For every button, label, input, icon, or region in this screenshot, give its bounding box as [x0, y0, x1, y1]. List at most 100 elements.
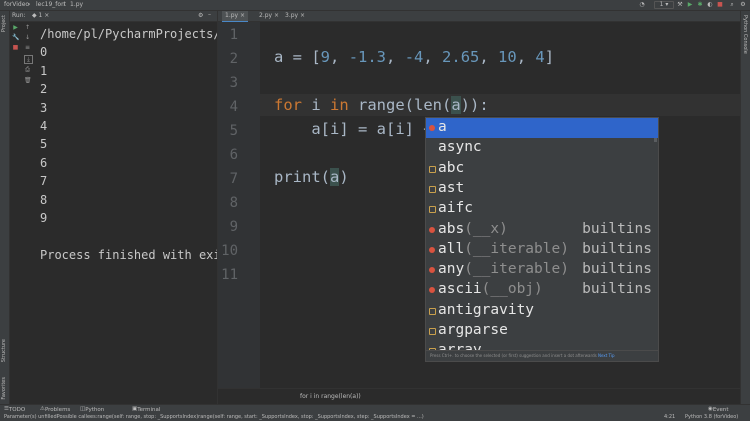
completion-name: ast	[438, 180, 464, 196]
coverage-icon[interactable]: ◐	[706, 1, 714, 8]
console-line: 7	[40, 174, 48, 189]
run-icon[interactable]: ▶	[686, 1, 694, 8]
completion-name-text: a	[438, 119, 447, 135]
completion-item[interactable]: aifc	[426, 199, 658, 219]
console-line: /home/pl/PycharmProjects/fo	[40, 27, 217, 41]
print-icon[interactable]: ⎙	[24, 66, 31, 73]
completion-name-text: all	[438, 240, 465, 257]
run-config-tab[interactable]: ◆ 1 ×	[32, 12, 49, 19]
editor-breadcrumb: for i in range(len(a))	[218, 388, 740, 405]
run-panel-header: Run: ◆ 1 × ⚙ –	[10, 11, 217, 22]
completion-item[interactable]: any(__iterable) builtins	[426, 260, 658, 280]
rerun-icon[interactable]: ▶	[12, 24, 19, 31]
cursor-position[interactable]: 4:21	[664, 414, 675, 420]
project-tool-tab[interactable]: Project	[1, 15, 7, 32]
completion-name: all(__iterable)	[438, 241, 569, 257]
completion-signature: (__iterable)	[464, 240, 569, 257]
stop-icon[interactable]: ■	[716, 1, 724, 8]
status-bar: Parameter(s) unfilledPossible callees:ra…	[0, 413, 750, 421]
right-tool-strip: Python Console	[740, 11, 750, 410]
run-config-label: 1	[659, 1, 664, 8]
up-icon[interactable]: ↑	[24, 24, 31, 31]
line-number: 3	[229, 75, 238, 91]
run-config-select[interactable]: 1 ▾	[654, 1, 674, 9]
completion-signature: (__iterable)	[464, 261, 569, 278]
completion-item[interactable]: all(__iterable) builtins	[426, 240, 658, 260]
project-name[interactable]: forVideo	[4, 1, 29, 8]
close-icon[interactable]: ×	[298, 12, 305, 19]
variable-icon	[429, 125, 435, 131]
wrench-icon[interactable]: 🔧	[12, 34, 19, 41]
function-icon	[429, 287, 435, 294]
completion-item[interactable]: abs(__x) builtins	[426, 220, 658, 240]
editor-tab-2[interactable]: 2.py ×	[256, 11, 282, 21]
run-tab-label: Run:	[12, 12, 26, 19]
console-line: 8	[40, 192, 48, 207]
python-console-tab[interactable]: Python Console	[742, 15, 748, 54]
title-bar: forVideo › lec19_fort › 1.py ◔ 1 ▾ ⚒ ▶ ✱…	[0, 0, 750, 11]
structure-tool-tab[interactable]: Structure	[1, 339, 7, 362]
minimize-icon[interactable]: –	[208, 11, 211, 18]
completion-source: builtins	[582, 261, 652, 278]
completion-signature: (__obj)	[481, 281, 543, 298]
completion-item[interactable]: abc	[426, 159, 658, 179]
problems-tab[interactable]: ⚠ Problems	[40, 406, 70, 413]
next-tip-link[interactable]: Next Tip	[598, 353, 615, 358]
completion-name-text: async	[438, 139, 482, 156]
completion-source: builtins	[582, 220, 652, 237]
completion-signature: (__x)	[464, 220, 508, 237]
completion-name: argparse	[438, 322, 508, 338]
status-message: Parameter(s) unfilledPossible callees:ra…	[4, 414, 424, 420]
completion-name-text: antigravity	[438, 301, 535, 318]
code-line-5: a[i] = a[i] +	[274, 120, 433, 138]
scroll-to-end-icon[interactable]: ⤓	[24, 55, 33, 64]
run-panel: Run: ◆ 1 × ⚙ – ▶ ↑ 🔧 ↓ ■ ≡ ⤓ ⎙ 🗑 /home/p…	[10, 11, 218, 404]
editor-tabs: 1.py × 2.py × 3.py ×	[218, 11, 740, 22]
breadcrumb-item[interactable]: for i in range(len(a))	[300, 393, 361, 400]
trash-icon[interactable]: 🗑	[24, 77, 32, 84]
line-number-gutter: 1 2 3 4 5 6 7 8 9 10 11	[218, 22, 260, 388]
editor-tab-3[interactable]: 3.py ×	[282, 11, 308, 21]
soft-wrap-icon[interactable]: ≡	[24, 44, 31, 51]
stop-icon[interactable]: ■	[12, 44, 19, 51]
console-output: /home/pl/PycharmProjects/fo 0 1 2 3 4 5 6 7 8 9 Pro…	[40, 25, 217, 264]
completion-item[interactable]: antigravity	[426, 301, 658, 321]
module-icon	[429, 165, 436, 173]
module-icon	[429, 185, 436, 193]
completion-name: ascii(__obj)	[438, 281, 543, 297]
completion-name: any(__iterable)	[438, 261, 569, 277]
completion-item[interactable]: ascii(__obj) builtins	[426, 280, 658, 300]
line-number: 8	[229, 195, 238, 211]
gear-icon[interactable]: ⚙	[198, 12, 203, 19]
settings-icon[interactable]: ⚙	[739, 1, 747, 8]
todo-tab[interactable]: ☰ TODO	[4, 406, 25, 413]
editor-tab-label: 3.py	[285, 12, 299, 19]
favorites-tool-tab[interactable]: Favorites	[1, 377, 7, 400]
debug-icon[interactable]: ✱	[696, 1, 704, 8]
completion-item[interactable]: ast	[426, 179, 658, 199]
down-icon[interactable]: ↓	[24, 34, 31, 41]
close-icon[interactable]: ×	[238, 12, 245, 19]
file-name[interactable]: 1.py	[70, 1, 83, 8]
completion-name-text: ast	[438, 179, 465, 196]
python-packages-tab[interactable]: ◫ Python Packages	[80, 406, 111, 419]
completion-item[interactable]: argparse	[426, 321, 658, 341]
search-icon[interactable]: ⌕	[728, 1, 736, 8]
completion-name-text: aifc	[438, 200, 473, 217]
terminal-tab[interactable]: ▣ Terminal	[132, 406, 160, 413]
completion-item[interactable]: async	[426, 138, 658, 158]
event-log-tab[interactable]: ◉ Event Log	[708, 406, 729, 419]
completion-popup: a async abc ast aifc abs(__x) builtins all(__it…	[425, 117, 659, 362]
line-number: 2	[229, 51, 238, 67]
editor-tab-1[interactable]: 1.py ×	[222, 11, 249, 22]
build-icon[interactable]: ⚒	[676, 1, 684, 8]
completion-item[interactable]: a	[426, 118, 658, 138]
user-icon[interactable]: ◔	[638, 1, 646, 8]
interpreter-label[interactable]: Python 3.8 (forVideo)	[685, 414, 738, 420]
console-line: 0	[40, 45, 48, 60]
completion-name-text: argparse	[438, 322, 508, 338]
folder-name[interactable]: lec19_fort	[36, 1, 66, 8]
close-icon[interactable]: ×	[272, 12, 279, 19]
code-line-4: for i in range(len(a)):	[274, 96, 489, 114]
